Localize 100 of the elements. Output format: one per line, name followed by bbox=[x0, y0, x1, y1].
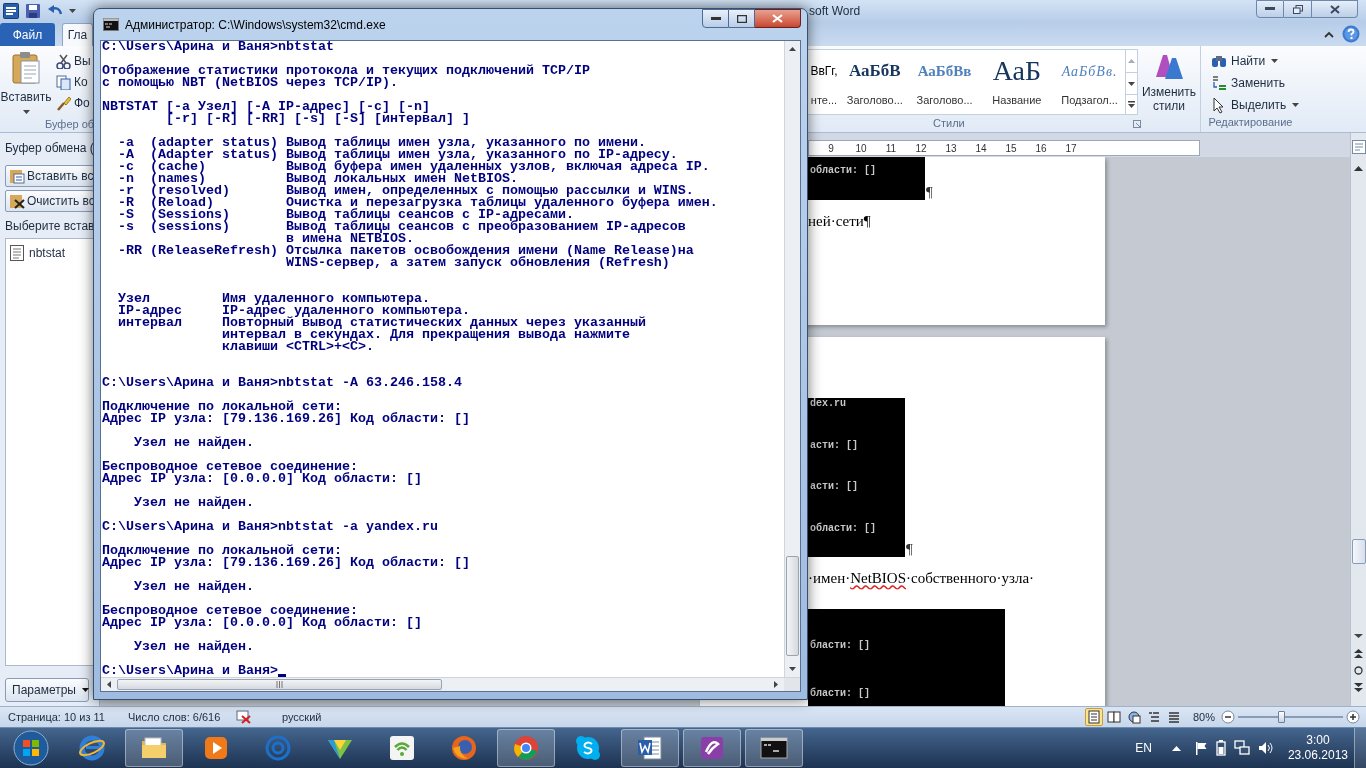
console-line: с помощью NBT (NetBIOS через TCP/IP). bbox=[102, 77, 398, 89]
paste-all-button[interactable]: Вставить вс bbox=[5, 165, 94, 187]
zoom-in-icon[interactable] bbox=[1346, 710, 1360, 724]
ruler-toggle-icon[interactable] bbox=[1351, 140, 1366, 154]
close-button[interactable] bbox=[755, 9, 801, 28]
console-line: Отображение статистики протокола и текущих подключений TCP/IP bbox=[102, 65, 591, 77]
ribbon-command[interactable]: Выделить bbox=[1211, 96, 1300, 114]
speaker-icon[interactable] bbox=[1257, 741, 1274, 755]
scroll-thumb[interactable] bbox=[1351, 539, 1366, 564]
scroll-left-icon bbox=[107, 681, 111, 688]
windows-orb-icon bbox=[12, 730, 49, 766]
ribbon-command[interactable]: Найти bbox=[1211, 52, 1300, 70]
console-line: Узел не найден. bbox=[133, 497, 255, 509]
input-language[interactable]: EN bbox=[1135, 739, 1152, 757]
style-item[interactable]: АаБбВв. Подзагол... bbox=[1054, 50, 1125, 114]
caret-icon[interactable] bbox=[69, 9, 76, 13]
screenshot-text: бласти: [] bbox=[810, 640, 871, 652]
caret-up-icon bbox=[1128, 59, 1135, 63]
screenshot-text: бласти: [] bbox=[810, 688, 871, 700]
paragraph-mark: ¶ bbox=[906, 542, 913, 557]
style-item[interactable]: АаБ Название bbox=[979, 50, 1055, 114]
previous-page-icon[interactable] bbox=[1354, 649, 1363, 658]
vertical-scrollbar[interactable] bbox=[784, 41, 800, 677]
close-icon bbox=[772, 14, 783, 23]
document-text: ·имен·NetBIOS·собственного·узла· bbox=[808, 569, 1035, 587]
copy-icon bbox=[56, 74, 71, 90]
console-line: интервал в секундах. Для прекращения вывода нажмите bbox=[220, 329, 630, 341]
style-item[interactable]: ВвГг, нте... bbox=[808, 50, 840, 114]
paste-button[interactable]: Вставить bbox=[0, 46, 52, 114]
ribbon-command[interactable]: Фо bbox=[56, 95, 91, 111]
pane-hint: Выберите встав bbox=[5, 218, 94, 235]
taskbar-button[interactable] bbox=[745, 729, 803, 767]
console-line: C:\Users\Арина и Ваня>nbtstat bbox=[102, 41, 335, 53]
browse-object-icon[interactable] bbox=[1354, 666, 1363, 675]
battery-icon[interactable] bbox=[1215, 740, 1226, 756]
change-styles-button[interactable]: Изменить стили bbox=[1140, 46, 1198, 113]
console-line: -R (Reload) Очистка и перезагрузка таблицы удаленного буфера имен. bbox=[117, 197, 719, 209]
group-label: Редактирование bbox=[1207, 115, 1294, 130]
help-icon[interactable] bbox=[1342, 25, 1360, 43]
maximize-button[interactable] bbox=[729, 9, 755, 28]
view-button[interactable] bbox=[1104, 708, 1123, 726]
spelling-check-icon[interactable] bbox=[236, 710, 252, 724]
taskbar-button[interactable] bbox=[683, 729, 741, 767]
close-button[interactable] bbox=[1312, 0, 1358, 18]
network-icon[interactable] bbox=[1233, 740, 1250, 756]
zoom-out-icon[interactable] bbox=[1221, 710, 1235, 724]
ribbon-tab[interactable]: Файл bbox=[0, 23, 55, 46]
zoom-slider[interactable] bbox=[1238, 710, 1343, 724]
show-hidden-icons-icon[interactable] bbox=[1171, 745, 1181, 751]
console-line: Узел Имя удаленного компьютера. bbox=[117, 293, 431, 305]
scroll-thumb[interactable] bbox=[117, 679, 442, 690]
view-button[interactable] bbox=[1084, 708, 1103, 726]
caret-icon bbox=[81, 688, 89, 692]
console-line: Подключение по локальной сети: bbox=[102, 545, 343, 557]
scroll-thumb[interactable] bbox=[786, 556, 799, 656]
zoom-level[interactable]: 80% bbox=[1192, 708, 1215, 726]
language-indicator[interactable]: русский bbox=[282, 708, 322, 726]
screenshot-text: области: [] bbox=[810, 522, 877, 535]
minimize-button[interactable] bbox=[1256, 0, 1284, 18]
paragraph-mark: ¶ bbox=[926, 185, 933, 200]
word-count[interactable]: Число слов: 6/616 bbox=[128, 708, 233, 726]
scroll-up-icon[interactable] bbox=[1354, 166, 1363, 171]
ribbon-command[interactable]: Ко bbox=[56, 74, 91, 90]
console-line: NBTSTAT [-a Узел] [-A IP-адрес] [-c] [-n] bbox=[102, 101, 430, 113]
flag-icon[interactable] bbox=[1193, 741, 1208, 755]
clipboard-item[interactable]: nbtstat bbox=[10, 243, 93, 263]
console-line: Узел не найден. bbox=[133, 641, 255, 653]
show-desktop-button[interactable] bbox=[1354, 728, 1366, 768]
reading-view-icon bbox=[1106, 710, 1121, 724]
scissors-icon bbox=[56, 53, 71, 69]
minimize-icon bbox=[1265, 7, 1275, 11]
save-icon[interactable] bbox=[25, 3, 41, 19]
ribbon-command[interactable]: Вы bbox=[56, 53, 91, 69]
ribbon-command[interactable]: Заменить bbox=[1211, 74, 1300, 92]
clock[interactable]: 3:00 23.06.2013 bbox=[1287, 733, 1348, 763]
page-counter[interactable]: Страница: 10 из 11 bbox=[8, 708, 120, 726]
ribbon-tab[interactable]: Гла bbox=[62, 23, 93, 46]
minimize-button[interactable] bbox=[702, 9, 729, 28]
next-page-icon[interactable] bbox=[1354, 683, 1363, 692]
console-line: -S (Sessions) Вывод таблицы сеансов с IP-адресами. bbox=[117, 209, 574, 221]
style-item[interactable]: АаБбВв Заголово... bbox=[909, 50, 980, 114]
slider-thumb[interactable] bbox=[1278, 711, 1286, 723]
console-line: Узел не найден. bbox=[133, 581, 255, 593]
options-button[interactable]: Параметры bbox=[5, 678, 89, 702]
console-line: WINS-сервер, а затем запуск обновления (Refresh) bbox=[284, 257, 670, 269]
more-icon bbox=[1128, 101, 1135, 108]
ruler[interactable]: 9 10 11 12 13 14 15 16 17 bbox=[808, 140, 1200, 156]
caret-icon bbox=[1128, 81, 1135, 86]
outline-view-icon bbox=[1146, 710, 1161, 724]
dialog-launcher-icon[interactable] bbox=[1133, 120, 1141, 128]
collapse-ribbon-icon[interactable] bbox=[1324, 30, 1334, 38]
word-app-icon[interactable] bbox=[3, 3, 19, 19]
console-line: -A (Adapter status) Вывод таблицы имен узла, указанного по IP-адресу. bbox=[117, 149, 679, 161]
taskbar-button[interactable] bbox=[125, 729, 183, 767]
restore-button[interactable] bbox=[1284, 0, 1312, 18]
style-item[interactable]: АаБбВ Заголово... bbox=[839, 50, 910, 114]
taskbar-button[interactable] bbox=[621, 729, 679, 767]
terminal-icon bbox=[760, 734, 788, 762]
scroll-down-icon[interactable] bbox=[1354, 634, 1363, 639]
console-line: интервал Повторный вывод статистических данных через указанный bbox=[117, 317, 647, 329]
